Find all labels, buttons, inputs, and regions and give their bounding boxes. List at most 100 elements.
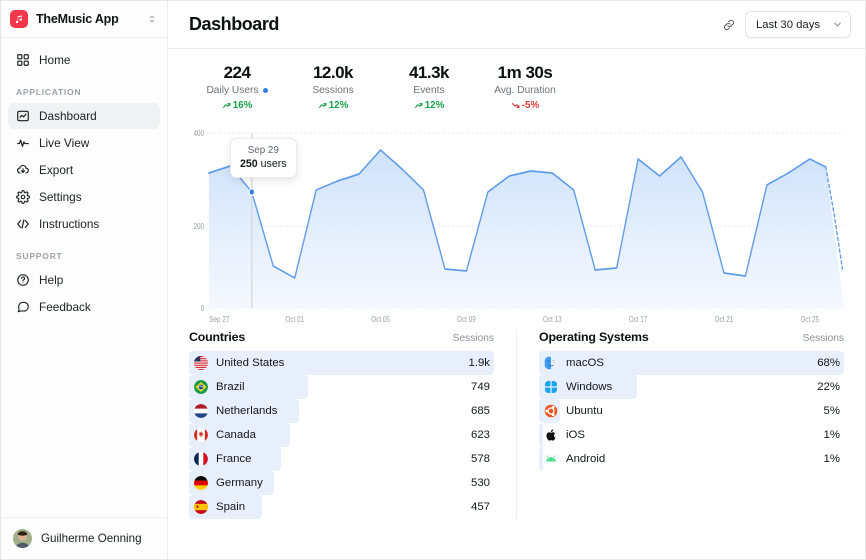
user-profile[interactable]: Guilherme Oenning: [1, 517, 167, 559]
stat-label-wrap: Avg. Duration: [477, 83, 573, 98]
table-row[interactable]: United States 1.9k: [189, 351, 494, 375]
cloud-download-icon: [16, 163, 30, 177]
table-row[interactable]: Ubuntu 5%: [539, 399, 844, 423]
trend-up-icon: [414, 103, 423, 108]
os-panel-header: Operating Systems Sessions: [539, 330, 844, 351]
sidebar-item-home[interactable]: Home: [8, 47, 160, 73]
dashboard-body: 224 Daily Users 16% 12.0k Sessions 12% 4…: [168, 49, 865, 559]
table-row[interactable]: Brazil 749: [189, 375, 494, 399]
row-label: Germany: [216, 477, 263, 489]
stat-events[interactable]: 41.3k Events 12%: [381, 63, 477, 113]
row-label: iOS: [566, 429, 585, 441]
row-value: 530: [470, 477, 490, 489]
stat-delta: -5%: [477, 98, 573, 113]
svg-text:400: 400: [194, 128, 205, 138]
row-value: 1%: [823, 429, 840, 441]
stat-daily-users[interactable]: 224 Daily Users 16%: [189, 63, 285, 113]
stat-delta: 12%: [381, 98, 477, 113]
brand-name: TheMusic App: [36, 12, 119, 26]
svg-text:Oct 05: Oct 05: [371, 314, 390, 324]
stat-delta: 12%: [285, 98, 381, 113]
table-row[interactable]: Germany 530: [189, 471, 494, 495]
sidebar-item-feedback[interactable]: Feedback: [8, 294, 160, 320]
series-color-dot-icon: [262, 88, 268, 93]
flag-br-icon: [194, 380, 208, 394]
row-value: 1%: [823, 453, 840, 465]
daily-users-chart[interactable]: 400 200 0 Sep 27 Oct 01 Oct 05 Oct 09 Oc…: [189, 121, 844, 326]
brand-switcher[interactable]: TheMusic App: [1, 1, 167, 38]
table-row[interactable]: Canada 623: [189, 423, 494, 447]
row-value: 685: [470, 405, 490, 417]
sidebar-item-help[interactable]: Help: [8, 267, 160, 293]
sidebar-item-settings[interactable]: Settings: [8, 184, 160, 210]
question-circle-icon: [16, 273, 30, 287]
sidebar-item-label: Live View: [39, 136, 90, 150]
stat-label-wrap: Events: [381, 83, 477, 98]
bottom-panels: Countries Sessions United States 1.9k Br…: [189, 330, 844, 519]
sidebar-item-instructions[interactable]: Instructions: [8, 211, 160, 237]
link-icon[interactable]: [718, 14, 740, 36]
stat-delta-value: 12%: [328, 100, 349, 111]
pulse-icon: [16, 136, 30, 150]
avatar: [13, 529, 32, 548]
sidebar-item-export[interactable]: Export: [8, 157, 160, 183]
stat-value: 12.0k: [312, 63, 354, 82]
chart-y-axis-labels: 400 200 0: [194, 128, 205, 313]
date-range-select[interactable]: Last 30 days: [744, 11, 851, 38]
sidebar-item-label: Settings: [39, 190, 82, 204]
svg-text:Oct 25: Oct 25: [800, 314, 819, 324]
stat-label-wrap: Sessions: [285, 83, 381, 98]
table-row[interactable]: Netherlands 685: [189, 399, 494, 423]
row-value: 457: [470, 501, 490, 513]
row-label: Spain: [216, 501, 246, 513]
windows-icon: [544, 380, 558, 394]
table-row[interactable]: Android 1%: [539, 447, 844, 471]
panel-value-header: Sessions: [452, 333, 494, 344]
stat-label: Avg. Duration: [494, 85, 556, 96]
sidebar-item-live-view[interactable]: Live View: [8, 130, 160, 156]
svg-text:Oct 17: Oct 17: [629, 314, 648, 324]
row-label: macOS: [566, 357, 604, 369]
svg-text:Oct 09: Oct 09: [457, 314, 476, 324]
trend-down-icon: [511, 103, 520, 108]
sidebar-item-label: Instructions: [39, 217, 100, 231]
os-panel: Operating Systems Sessions macOS 68% Win…: [516, 330, 844, 519]
row-value: 22%: [817, 381, 840, 393]
stat-delta: 16%: [189, 98, 285, 113]
ubuntu-icon: [544, 404, 558, 418]
chart-x-axis-labels: Sep 27 Oct 01 Oct 05 Oct 09 Oct 13 Oct 1…: [209, 314, 819, 324]
user-name: Guilherme Oenning: [41, 532, 142, 545]
row-label: Windows: [566, 381, 613, 393]
svg-text:Oct 13: Oct 13: [543, 314, 562, 324]
stat-delta-value: 16%: [232, 100, 253, 111]
svg-text:0: 0: [201, 303, 205, 313]
row-label: Canada: [216, 429, 256, 441]
stat-label: Events: [413, 85, 445, 96]
panel-value-header: Sessions: [802, 333, 844, 344]
chart-svg: 400 200 0 Sep 27 Oct 01 Oct 05 Oct 09 Oc…: [194, 128, 844, 324]
stat-label: Sessions: [312, 85, 354, 96]
table-row[interactable]: Windows 22%: [539, 375, 844, 399]
stat-label: Daily Users: [206, 85, 259, 96]
sidebar-group-application-label: APPLICATION: [16, 87, 82, 97]
chart-area-series: [208, 149, 844, 308]
row-value: 578: [470, 453, 490, 465]
table-row[interactable]: iOS 1%: [539, 423, 844, 447]
table-row[interactable]: France 578: [189, 447, 494, 471]
table-row[interactable]: Spain 457: [189, 495, 494, 519]
stat-value: 224: [223, 63, 251, 82]
row-label: Brazil: [216, 381, 245, 393]
row-value: 1.9k: [468, 357, 490, 369]
sidebar-item-dashboard[interactable]: Dashboard: [8, 103, 160, 129]
stat-sessions[interactable]: 12.0k Sessions 12%: [285, 63, 381, 113]
chevron-updown-icon: [147, 14, 157, 24]
page-title: Dashboard: [189, 14, 279, 34]
row-label: France: [216, 453, 252, 465]
date-range-value: Last 30 days: [755, 18, 820, 31]
stat-avg-duration[interactable]: 1m 30s Avg. Duration -5%: [477, 63, 573, 113]
row-value: 749: [470, 381, 490, 393]
stat-label-wrap: Daily Users: [189, 83, 285, 98]
table-row[interactable]: macOS 68%: [539, 351, 844, 375]
sidebar-item-label: Feedback: [39, 300, 91, 314]
panel-title: Operating Systems: [539, 330, 649, 344]
